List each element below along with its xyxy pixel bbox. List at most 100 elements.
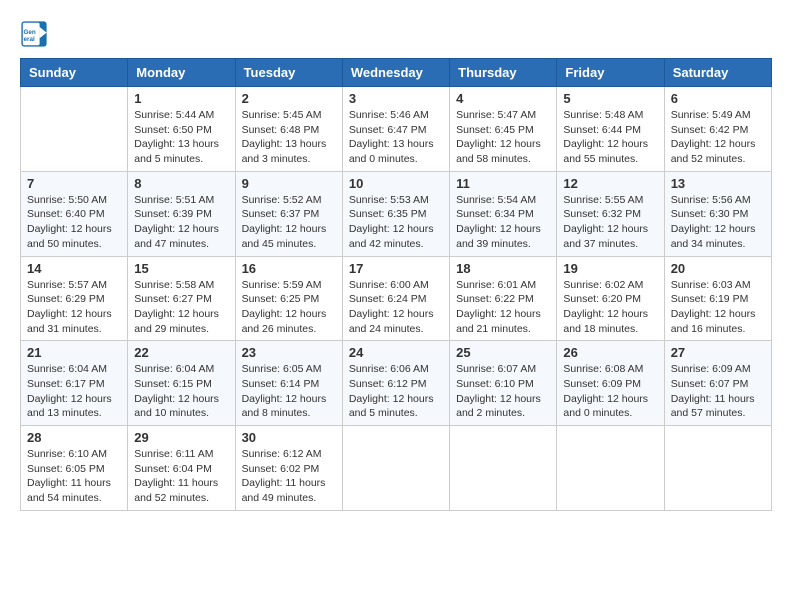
day-info: Sunrise: 5:51 AM Sunset: 6:39 PM Dayligh… xyxy=(134,193,228,252)
day-number: 13 xyxy=(671,176,765,191)
day-cell: 18 Sunrise: 6:01 AM Sunset: 6:22 PM Dayli… xyxy=(450,256,557,341)
day-cell: 21 Sunrise: 6:04 AM Sunset: 6:17 PM Dayli… xyxy=(21,341,128,426)
day-cell: 8 Sunrise: 5:51 AM Sunset: 6:39 PM Daylig… xyxy=(128,171,235,256)
day-info: Sunrise: 6:01 AM Sunset: 6:22 PM Dayligh… xyxy=(456,278,550,337)
day-number: 24 xyxy=(349,345,443,360)
week-row-4: 21 Sunrise: 6:04 AM Sunset: 6:17 PM Dayli… xyxy=(21,341,772,426)
day-info: Sunrise: 6:06 AM Sunset: 6:12 PM Dayligh… xyxy=(349,362,443,421)
day-info: Sunrise: 5:55 AM Sunset: 6:32 PM Dayligh… xyxy=(563,193,657,252)
day-number: 3 xyxy=(349,91,443,106)
day-info: Sunrise: 6:12 AM Sunset: 6:02 PM Dayligh… xyxy=(242,447,336,506)
day-info: Sunrise: 6:00 AM Sunset: 6:24 PM Dayligh… xyxy=(349,278,443,337)
day-number: 7 xyxy=(27,176,121,191)
day-cell: 25 Sunrise: 6:07 AM Sunset: 6:10 PM Dayli… xyxy=(450,341,557,426)
day-cell: 22 Sunrise: 6:04 AM Sunset: 6:15 PM Dayli… xyxy=(128,341,235,426)
calendar-table: SundayMondayTuesdayWednesdayThursdayFrid… xyxy=(20,58,772,511)
day-cell: 23Sunrise: 6:05 AM Sunset: 6:14 PM Dayli… xyxy=(235,341,342,426)
weekday-header-thursday: Thursday xyxy=(450,59,557,87)
weekday-header-tuesday: Tuesday xyxy=(235,59,342,87)
day-info: Sunrise: 6:05 AM Sunset: 6:14 PM Dayligh… xyxy=(242,362,336,421)
day-number: 30 xyxy=(242,430,336,445)
day-info: Sunrise: 6:04 AM Sunset: 6:15 PM Dayligh… xyxy=(134,362,228,421)
day-cell: 27Sunrise: 6:09 AM Sunset: 6:07 PM Dayli… xyxy=(664,341,771,426)
day-number: 16 xyxy=(242,261,336,276)
day-cell: 4Sunrise: 5:47 AM Sunset: 6:45 PM Daylig… xyxy=(450,87,557,172)
day-number: 1 xyxy=(134,91,228,106)
day-cell: 28Sunrise: 6:10 AM Sunset: 6:05 PM Dayli… xyxy=(21,426,128,511)
day-number: 12 xyxy=(563,176,657,191)
day-cell: 14 Sunrise: 5:57 AM Sunset: 6:29 PM Dayli… xyxy=(21,256,128,341)
day-number: 18 xyxy=(456,261,550,276)
svg-text:Gen: Gen xyxy=(24,29,36,36)
day-number: 2 xyxy=(242,91,336,106)
weekday-header-monday: Monday xyxy=(128,59,235,87)
day-number: 25 xyxy=(456,345,550,360)
day-cell: 26 Sunrise: 6:08 AM Sunset: 6:09 PM Dayli… xyxy=(557,341,664,426)
day-info: Sunrise: 5:50 AM Sunset: 6:40 PM Dayligh… xyxy=(27,193,121,252)
day-number: 9 xyxy=(242,176,336,191)
day-cell: 20 Sunrise: 6:03 AM Sunset: 6:19 PM Dayli… xyxy=(664,256,771,341)
day-cell: 19Sunrise: 6:02 AM Sunset: 6:20 PM Dayli… xyxy=(557,256,664,341)
day-info: Sunrise: 6:03 AM Sunset: 6:19 PM Dayligh… xyxy=(671,278,765,337)
day-info: Sunrise: 5:56 AM Sunset: 6:30 PM Dayligh… xyxy=(671,193,765,252)
day-cell xyxy=(21,87,128,172)
day-info: Sunrise: 5:57 AM Sunset: 6:29 PM Dayligh… xyxy=(27,278,121,337)
logo: Gen eral xyxy=(20,20,54,48)
day-cell xyxy=(342,426,449,511)
day-info: Sunrise: 5:44 AM Sunset: 6:50 PM Dayligh… xyxy=(134,108,228,167)
day-number: 26 xyxy=(563,345,657,360)
day-cell: 9 Sunrise: 5:52 AM Sunset: 6:37 PM Daylig… xyxy=(235,171,342,256)
day-number: 8 xyxy=(134,176,228,191)
day-info: Sunrise: 6:08 AM Sunset: 6:09 PM Dayligh… xyxy=(563,362,657,421)
day-info: Sunrise: 5:54 AM Sunset: 6:34 PM Dayligh… xyxy=(456,193,550,252)
day-info: Sunrise: 6:09 AM Sunset: 6:07 PM Dayligh… xyxy=(671,362,765,421)
day-info: Sunrise: 5:59 AM Sunset: 6:25 PM Dayligh… xyxy=(242,278,336,337)
day-cell: 10 Sunrise: 5:53 AM Sunset: 6:35 PM Dayli… xyxy=(342,171,449,256)
weekday-header-friday: Friday xyxy=(557,59,664,87)
weekday-header-saturday: Saturday xyxy=(664,59,771,87)
day-info: Sunrise: 5:53 AM Sunset: 6:35 PM Dayligh… xyxy=(349,193,443,252)
day-number: 14 xyxy=(27,261,121,276)
day-info: Sunrise: 6:04 AM Sunset: 6:17 PM Dayligh… xyxy=(27,362,121,421)
day-cell xyxy=(557,426,664,511)
weekday-header-sunday: Sunday xyxy=(21,59,128,87)
day-cell: 2 Sunrise: 5:45 AM Sunset: 6:48 PM Daylig… xyxy=(235,87,342,172)
day-info: Sunrise: 6:11 AM Sunset: 6:04 PM Dayligh… xyxy=(134,447,228,506)
day-info: Sunrise: 5:45 AM Sunset: 6:48 PM Dayligh… xyxy=(242,108,336,167)
day-number: 15 xyxy=(134,261,228,276)
day-cell: 13 Sunrise: 5:56 AM Sunset: 6:30 PM Dayli… xyxy=(664,171,771,256)
week-row-3: 14 Sunrise: 5:57 AM Sunset: 6:29 PM Dayli… xyxy=(21,256,772,341)
day-number: 11 xyxy=(456,176,550,191)
day-cell: 1 Sunrise: 5:44 AM Sunset: 6:50 PM Daylig… xyxy=(128,87,235,172)
day-number: 21 xyxy=(27,345,121,360)
day-cell: 3 Sunrise: 5:46 AM Sunset: 6:47 PM Daylig… xyxy=(342,87,449,172)
day-cell xyxy=(450,426,557,511)
svg-text:eral: eral xyxy=(24,36,35,43)
day-cell xyxy=(664,426,771,511)
day-info: Sunrise: 6:07 AM Sunset: 6:10 PM Dayligh… xyxy=(456,362,550,421)
day-cell: 7 Sunrise: 5:50 AM Sunset: 6:40 PM Daylig… xyxy=(21,171,128,256)
day-number: 17 xyxy=(349,261,443,276)
day-cell: 11 Sunrise: 5:54 AM Sunset: 6:34 PM Dayli… xyxy=(450,171,557,256)
day-number: 29 xyxy=(134,430,228,445)
day-number: 4 xyxy=(456,91,550,106)
week-row-5: 28Sunrise: 6:10 AM Sunset: 6:05 PM Dayli… xyxy=(21,426,772,511)
day-number: 28 xyxy=(27,430,121,445)
day-info: Sunrise: 5:48 AM Sunset: 6:44 PM Dayligh… xyxy=(563,108,657,167)
weekday-header-row: SundayMondayTuesdayWednesdayThursdayFrid… xyxy=(21,59,772,87)
day-info: Sunrise: 5:58 AM Sunset: 6:27 PM Dayligh… xyxy=(134,278,228,337)
day-info: Sunrise: 5:52 AM Sunset: 6:37 PM Dayligh… xyxy=(242,193,336,252)
day-cell: 30 Sunrise: 6:12 AM Sunset: 6:02 PM Dayli… xyxy=(235,426,342,511)
day-cell: 24 Sunrise: 6:06 AM Sunset: 6:12 PM Dayli… xyxy=(342,341,449,426)
day-cell: 6Sunrise: 5:49 AM Sunset: 6:42 PM Daylig… xyxy=(664,87,771,172)
day-info: Sunrise: 6:02 AM Sunset: 6:20 PM Dayligh… xyxy=(563,278,657,337)
day-number: 5 xyxy=(563,91,657,106)
day-cell: 16 Sunrise: 5:59 AM Sunset: 6:25 PM Dayli… xyxy=(235,256,342,341)
day-info: Sunrise: 5:46 AM Sunset: 6:47 PM Dayligh… xyxy=(349,108,443,167)
day-number: 20 xyxy=(671,261,765,276)
day-cell: 5 Sunrise: 5:48 AM Sunset: 6:44 PM Daylig… xyxy=(557,87,664,172)
day-number: 10 xyxy=(349,176,443,191)
page-header: Gen eral xyxy=(20,20,772,48)
day-number: 22 xyxy=(134,345,228,360)
day-cell: 15 Sunrise: 5:58 AM Sunset: 6:27 PM Dayli… xyxy=(128,256,235,341)
